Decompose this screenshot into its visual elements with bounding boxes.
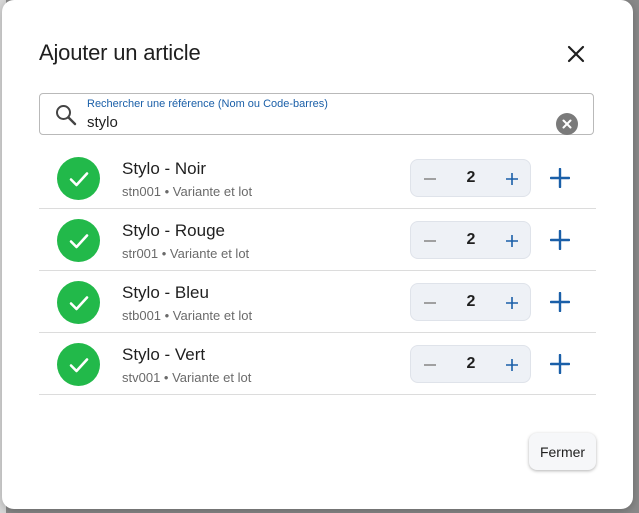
add-item-button[interactable] [547,227,573,253]
decrement-button[interactable] [419,168,441,190]
check-icon [57,343,100,386]
item-name: Stylo - Rouge [122,221,225,240]
add-icon [550,230,570,250]
add-icon [550,354,570,374]
dialog-title: Ajouter un article [39,40,201,65]
check-icon [57,219,100,262]
close-button[interactable] [562,40,590,68]
add-article-dialog: Ajouter un article Rechercher une référe… [2,0,633,509]
item-meta: stb001 • Variante et lot [122,308,253,323]
quantity-stepper: 2 [410,221,531,259]
add-item-button[interactable] [547,351,573,377]
quantity-value: 2 [466,231,476,248]
add-icon [550,292,570,312]
minus-icon [424,240,436,242]
search-label: Rechercher une référence (Nom ou Code-ba… [87,98,328,110]
quantity-stepper: 2 [410,345,531,383]
minus-icon [424,302,436,304]
item-meta: str001 • Variante et lot [122,246,250,261]
minus-icon [424,364,436,366]
minus-icon [424,178,436,180]
item-name: Stylo - Vert [122,345,206,364]
list-item: Stylo - Bleu stb001 • Variante et lot 2 [39,271,596,333]
decrement-button[interactable] [419,230,441,252]
check-icon [57,157,100,200]
clear-icon [562,119,572,129]
quantity-value: 2 [466,293,476,310]
add-item-button[interactable] [547,165,573,191]
increment-button[interactable] [501,230,523,252]
decrement-button[interactable] [419,354,441,376]
plus-icon [506,173,518,185]
increment-button[interactable] [501,354,523,376]
item-name: Stylo - Noir [122,159,207,178]
plus-icon [506,359,518,371]
quantity-stepper: 2 [410,283,531,321]
quantity-stepper: 2 [410,159,531,197]
plus-icon [506,297,518,309]
list-item: Stylo - Vert stv001 • Variante et lot 2 [39,333,596,395]
close-dialog-button[interactable]: Fermer [529,433,596,470]
list-item: Stylo - Rouge str001 • Variante et lot 2 [39,209,596,271]
item-name: Stylo - Bleu [122,283,209,302]
plus-icon [506,235,518,247]
item-meta: stn001 • Variante et lot [122,184,253,199]
item-meta: stv001 • Variante et lot [122,370,252,385]
check-icon [57,281,100,324]
decrement-button[interactable] [419,292,441,314]
add-item-button[interactable] [547,289,573,315]
quantity-value: 2 [466,355,476,372]
increment-button[interactable] [501,292,523,314]
increment-button[interactable] [501,168,523,190]
add-icon [550,168,570,188]
list-item: Stylo - Noir stn001 • Variante et lot 2 [39,147,596,209]
close-icon [567,45,585,63]
search-icon [56,105,77,126]
quantity-value: 2 [466,169,476,186]
results-list: Stylo - Noir stn001 • Variante et lot 2 … [39,147,596,395]
search-field[interactable]: Rechercher une référence (Nom ou Code-ba… [39,93,594,135]
clear-search-button[interactable] [556,113,578,135]
search-input[interactable]: stylo [87,114,118,131]
